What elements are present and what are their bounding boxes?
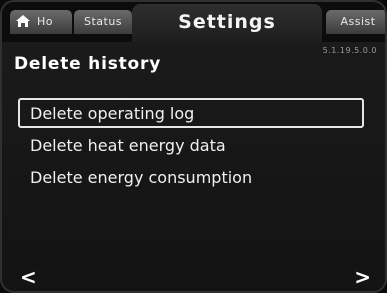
tab-home[interactable]: Ho [10,10,72,34]
chevron-right-icon[interactable]: > [354,265,371,289]
tab-assist[interactable]: Assist [326,10,385,34]
tab-settings[interactable]: Settings [132,4,322,42]
home-icon [16,15,30,27]
chevron-left-icon[interactable]: < [20,265,37,289]
menu-item-delete-heat-energy-data[interactable]: Delete heat energy data [18,130,364,160]
version-label: 5.1.19.5.0.0 [322,46,377,55]
menu-item-delete-operating-log[interactable]: Delete operating log [18,98,364,128]
tab-home-label: Ho [37,15,54,28]
settings-screen: Ho Status Settings Assist 5.1.19.5.0.0 D… [0,0,387,293]
tab-bar: Ho Status Settings Assist [2,2,385,42]
delete-history-menu: Delete operating log Delete heat energy … [18,98,364,194]
menu-item-delete-energy-consumption[interactable]: Delete energy consumption [18,162,364,192]
page-title: Delete history [14,54,162,74]
tab-status[interactable]: Status [74,10,132,34]
